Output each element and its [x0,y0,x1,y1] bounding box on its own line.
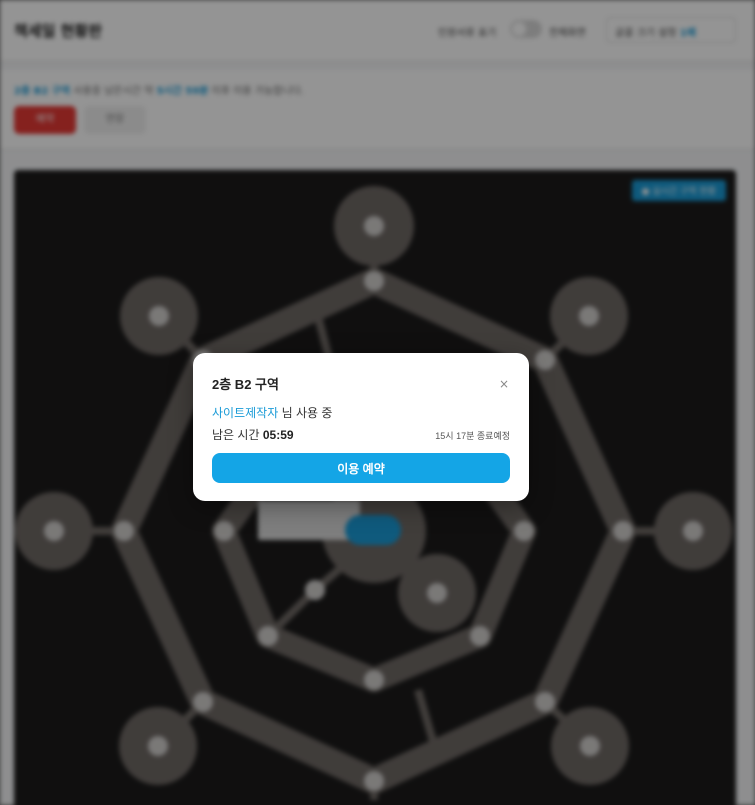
user-name: 사이트제작자 [212,406,279,420]
close-icon[interactable]: × [497,377,511,391]
zone-detail-modal: 2층 B2 구역 × 사이트제작자 님 사용 중 남은 시간 05:59 15시… [193,353,529,501]
user-status: 님 사용 중 [281,406,333,420]
modal-title: 2층 B2 구역 [212,377,279,392]
remaining-time-value: 05:59 [262,428,294,442]
remaining-time-line: 남은 시간 05:59 [212,426,294,443]
reserve-button[interactable]: 이용 예약 [212,453,510,483]
end-time-text: 15시 17분 종료예정 [435,431,510,441]
remaining-time-label: 남은 시간 [212,428,260,442]
current-user-line: 사이트제작자 님 사용 중 [212,404,332,421]
